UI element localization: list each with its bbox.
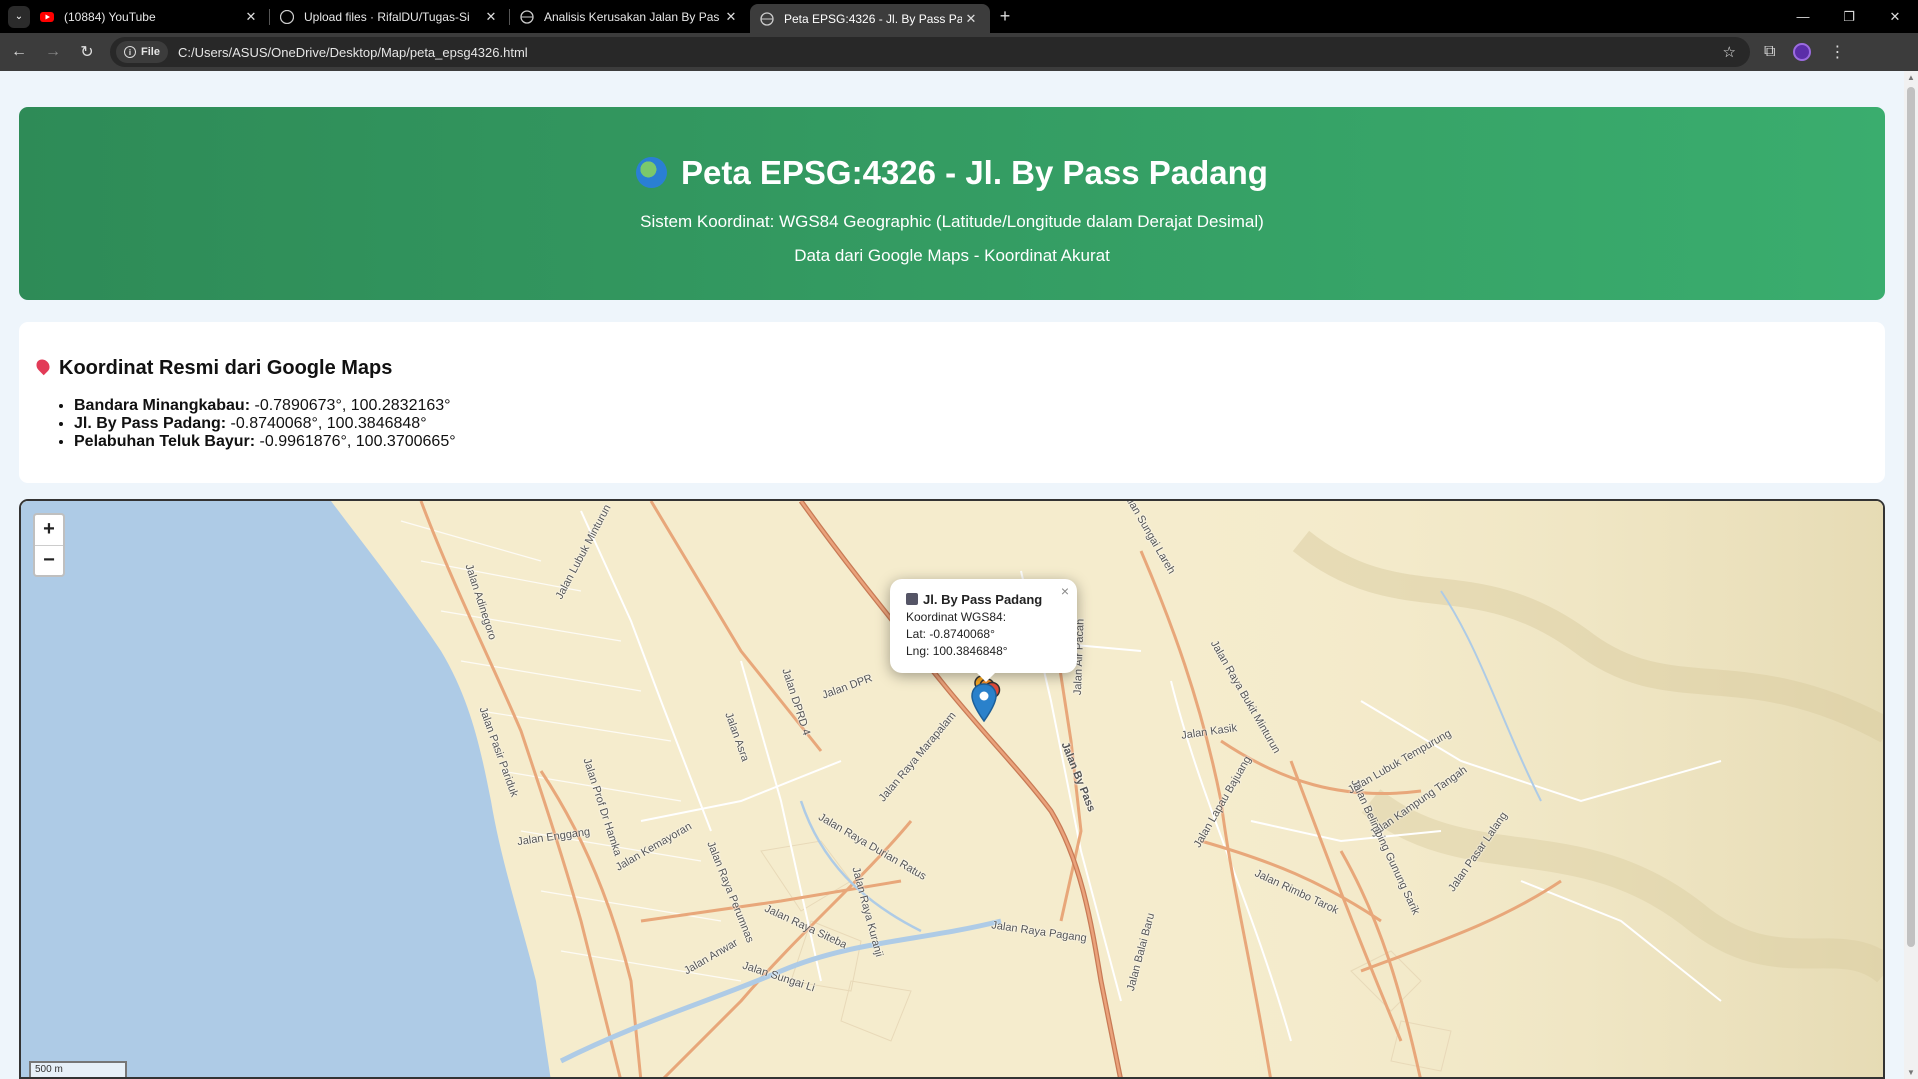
site-info-chip[interactable]: i File (116, 41, 168, 63)
new-tab-icon[interactable]: + (990, 6, 1020, 27)
menu-kebab-icon[interactable]: ⋮ (1829, 42, 1845, 62)
zoom-out-button[interactable]: − (35, 545, 63, 575)
extensions-icon[interactable]: ⧉ (1764, 43, 1775, 61)
location-name: Jl. By Pass Padang: (74, 415, 227, 432)
coordinates-heading: Koordinat Resmi dari Google Maps (59, 357, 393, 379)
profile-avatar[interactable] (1793, 43, 1812, 61)
pin-icon (33, 356, 53, 376)
popup-close-button[interactable]: × (1061, 583, 1069, 600)
tab-title: Upload files · RifalDU/Tugas-Si (304, 9, 470, 24)
close-tab-icon[interactable]: ✕ (242, 9, 260, 25)
forward-icon[interactable]: → (38, 43, 68, 61)
coordinates-heading-row: Koordinat Resmi dari Google Maps (33, 356, 393, 380)
browser-toolbar: ← → ↻ i File C:/Users/ASUS/OneDrive/Deskt… (0, 33, 1918, 71)
map-container[interactable]: Jalan Adinegoro Jalan Lubuk Minturun Jal… (19, 499, 1885, 1079)
bookmark-star-icon[interactable]: ☆ (1723, 43, 1736, 61)
page-title: Peta EPSG:4326 - Jl. By Pass Padang (681, 154, 1268, 191)
back-icon[interactable]: ← (4, 43, 34, 61)
tab-github[interactable]: Upload files · RifalDU/Tugas-Si ✕ (270, 0, 510, 33)
url-text[interactable]: C:/Users/ASUS/OneDrive/Desktop/Map/peta_… (178, 45, 528, 60)
location-coords: -0.9961876°, 100.3700665° (259, 433, 456, 450)
list-item: Pelabuhan Teluk Bayur: -0.9961876°, 100.… (74, 433, 456, 451)
list-item: Bandara Minangkabau: -0.7890673°, 100.28… (74, 397, 456, 415)
close-tab-icon[interactable]: ✕ (722, 9, 740, 25)
popup-title: Jl. By Pass Padang (923, 592, 1043, 607)
page-scrollbar[interactable]: ▲ ▼ (1904, 71, 1918, 1079)
popup-latitude: Lat: -0.8740068° (906, 627, 995, 641)
coordinates-card: Koordinat Resmi dari Google Maps Bandara… (19, 322, 1885, 483)
coordinates-list: Bandara Minangkabau: -0.7890673°, 100.28… (74, 397, 456, 451)
popup-longitude: Lng: 100.3846848° (906, 644, 1008, 658)
scrollbar-thumb[interactable] (1907, 87, 1915, 947)
list-item: Jl. By Pass Padang: -0.8740068°, 100.384… (74, 415, 456, 433)
marker-popup: × Jl. By Pass Padang Koordinat WGS84: La… (890, 579, 1077, 682)
tab-search-button[interactable]: ⌄ (8, 5, 30, 28)
scale-bar: 500 m (29, 1061, 127, 1077)
scroll-up-icon[interactable]: ▲ (1904, 73, 1918, 82)
github-icon (280, 9, 294, 24)
tab-title: Peta EPSG:4326 - Jl. By Pass Pad (784, 11, 962, 26)
globe-icon (760, 11, 774, 26)
globe-icon (636, 157, 668, 188)
tab-title: Analisis Kerusakan Jalan By Pas (544, 9, 720, 24)
location-name: Pelabuhan Teluk Bayur: (74, 433, 256, 450)
chip-label: File (141, 46, 160, 58)
info-icon: i (124, 46, 136, 58)
location-coords: -0.7890673°, 100.2832163° (254, 397, 451, 414)
popup-title-row: Jl. By Pass Padang (906, 591, 1061, 609)
youtube-icon (40, 11, 54, 22)
tab-peta-active[interactable]: Peta EPSG:4326 - Jl. By Pass Pad ✕ (750, 4, 990, 33)
zoom-control: + − (33, 513, 65, 577)
page-subtitle: Sistem Koordinat: WGS84 Geographic (Lati… (640, 212, 1264, 231)
restore-icon[interactable]: ❐ (1826, 9, 1872, 25)
popup-line: Koordinat WGS84: (906, 610, 1007, 624)
tab-analisis[interactable]: Analisis Kerusakan Jalan By Pas ✕ (510, 0, 750, 33)
minimize-icon[interactable]: — (1780, 9, 1826, 24)
tab-title: (10884) YouTube (64, 9, 156, 24)
globe-icon (520, 9, 534, 24)
close-window-icon[interactable]: ✕ (1872, 9, 1918, 25)
location-pin-icon[interactable] (971, 683, 997, 723)
scroll-down-icon[interactable]: ▼ (1904, 1068, 1918, 1077)
close-tab-icon[interactable]: ✕ (482, 9, 500, 25)
page-header: Peta EPSG:4326 - Jl. By Pass Padang Sist… (19, 107, 1885, 300)
page-title-row: Peta EPSG:4326 - Jl. By Pass Padang (19, 154, 1885, 192)
tab-youtube[interactable]: (10884) YouTube ✕ (30, 0, 270, 33)
location-coords: -0.8740068°, 100.3846848° (230, 415, 427, 432)
location-name: Bandara Minangkabau: (74, 397, 251, 414)
tab-strip: ⌄ (10884) YouTube ✕ Upload files · Rifal… (0, 0, 1918, 33)
reload-icon[interactable]: ↻ (72, 42, 102, 62)
data-source-note: Data dari Google Maps - Koordinat Akurat (794, 246, 1110, 265)
road-icon (906, 593, 918, 605)
zoom-in-button[interactable]: + (35, 515, 63, 545)
close-tab-icon[interactable]: ✕ (962, 11, 980, 27)
address-bar[interactable]: i File C:/Users/ASUS/OneDrive/Desktop/Map… (110, 37, 1750, 67)
